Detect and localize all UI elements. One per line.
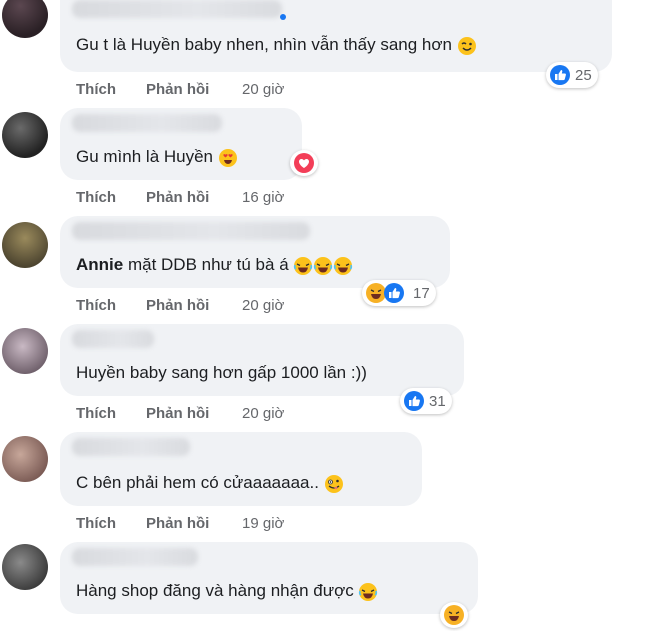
timestamp[interactable]: 20 giờ	[242, 81, 284, 98]
verified-icon	[280, 14, 286, 20]
author-name-blurred[interactable]	[72, 330, 154, 348]
like-button[interactable]: Thích	[76, 81, 116, 98]
haha-reaction-icon	[444, 605, 464, 625]
author-name-blurred[interactable]	[72, 222, 310, 240]
author-name-blurred[interactable]	[72, 548, 198, 566]
rolling-laugh-emoji	[334, 256, 353, 275]
author-name-blurred[interactable]	[72, 0, 282, 18]
avatar[interactable]	[2, 222, 48, 268]
heart-eyes-emoji	[218, 148, 237, 167]
comment-bubble: Annie mặt DDB như tú bà á	[60, 216, 450, 288]
reaction-count: 25	[575, 66, 592, 84]
reaction-summary[interactable]	[290, 150, 318, 176]
reaction-summary[interactable]	[440, 602, 468, 628]
reaction-count: 17	[413, 284, 430, 302]
timestamp[interactable]: 19 giờ	[242, 515, 284, 532]
comment-bubble: Gu mình là Huyền	[60, 108, 302, 180]
like-reaction-icon	[384, 283, 404, 303]
avatar[interactable]	[2, 544, 48, 590]
timestamp[interactable]: 20 giờ	[242, 297, 284, 314]
comment-text: Huyền baby sang hơn gấp 1000 lần :))	[76, 363, 367, 382]
love-reaction-icon	[294, 153, 314, 173]
comment-bubble: C bên phải hem có cửaaaaaaa..	[60, 432, 422, 506]
avatar[interactable]	[2, 436, 48, 482]
avatar[interactable]	[2, 0, 48, 38]
comment-text: C bên phải hem có cửaaaaaaa..	[76, 472, 344, 494]
reaction-summary[interactable]: 25	[546, 62, 598, 88]
comment-bubble: Hàng shop đăng và hàng nhận được	[60, 542, 478, 614]
author-name-blurred[interactable]	[72, 438, 190, 456]
like-button[interactable]: Thích	[76, 189, 116, 206]
like-button[interactable]: Thích	[76, 297, 116, 314]
comment-text: Annie mặt DDB như tú bà á	[76, 254, 353, 276]
reaction-summary[interactable]: 17	[362, 280, 436, 306]
author-name-blurred[interactable]	[72, 114, 222, 132]
like-reaction-icon	[404, 391, 424, 411]
comment-text: Gu t là Huyền baby nhen, nhìn vẫn thấy s…	[76, 34, 477, 56]
timestamp[interactable]: 20 giờ	[242, 405, 284, 422]
reply-button[interactable]: Phản hồi	[146, 405, 209, 422]
wink-smile-emoji	[457, 36, 476, 55]
zany-face-emoji	[324, 474, 343, 493]
mention-link[interactable]: Annie	[76, 255, 123, 274]
avatar[interactable]	[2, 112, 48, 158]
comment-bubble: Gu t là Huyền baby nhen, nhìn vẫn thấy s…	[60, 0, 612, 72]
like-reaction-icon	[550, 65, 570, 85]
reaction-count: 31	[429, 392, 446, 410]
comment-text: Gu mình là Huyền	[76, 146, 238, 168]
rolling-laugh-emoji	[314, 256, 333, 275]
like-button[interactable]: Thích	[76, 405, 116, 422]
like-button[interactable]: Thích	[76, 515, 116, 532]
reply-button[interactable]: Phản hồi	[146, 81, 209, 98]
rolling-laugh-emoji	[359, 582, 378, 601]
timestamp[interactable]: 16 giờ	[242, 189, 284, 206]
reply-button[interactable]: Phản hồi	[146, 515, 209, 532]
avatar[interactable]	[2, 328, 48, 374]
comment-text: Hàng shop đăng và hàng nhận được	[76, 580, 378, 602]
reply-button[interactable]: Phản hồi	[146, 297, 209, 314]
rolling-laugh-emoji	[294, 256, 313, 275]
reply-button[interactable]: Phản hồi	[146, 189, 209, 206]
reaction-summary[interactable]: 31	[400, 388, 452, 414]
comment-bubble: Huyền baby sang hơn gấp 1000 lần :))	[60, 324, 464, 396]
